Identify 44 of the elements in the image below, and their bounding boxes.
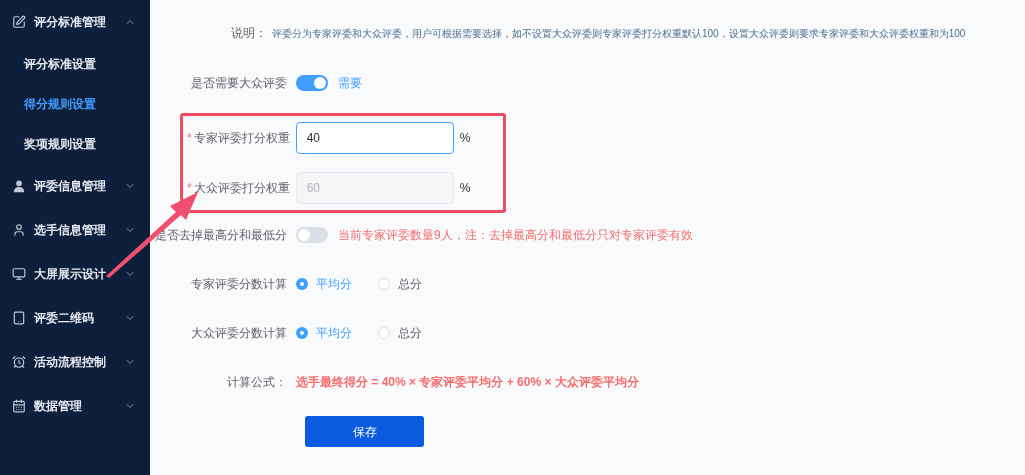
- monitor-icon: [12, 267, 26, 281]
- field-label: 大众评委分数计算: [190, 325, 288, 342]
- menu-item[interactable]: 活动流程控制: [0, 340, 150, 384]
- toggle-switch[interactable]: [296, 227, 328, 243]
- radio-label: 总分: [398, 325, 422, 342]
- field-label: 大众评委打分权重: [192, 180, 291, 197]
- field-label: 专家评委打分权重: [192, 130, 291, 147]
- menu-item[interactable]: 数据管理: [0, 384, 150, 428]
- unit-label: %: [459, 180, 471, 197]
- input-field[interactable]: 40: [295, 122, 454, 154]
- menu-item[interactable]: 评委二维码: [0, 296, 150, 340]
- toggle-label: 需要: [338, 75, 362, 92]
- radio-button[interactable]: [296, 327, 308, 339]
- person-icon: [12, 223, 26, 237]
- field-label: 说明：: [230, 25, 268, 42]
- field-label: 专家评委分数计算: [190, 276, 288, 293]
- radio-label: 平均分: [316, 276, 352, 293]
- radio-label: 平均分: [316, 325, 352, 342]
- person-icon: [12, 179, 26, 193]
- menu-item[interactable]: 评分标准管理: [0, 0, 150, 44]
- calendar-icon: [12, 399, 26, 413]
- required-mark: *: [187, 130, 192, 147]
- description-text: 评委分为专家评委和大众评委，用户可根据需要选择，如不设置大众评委则专家评委打分权重默认100，设置大众评委则要求专家评委和大众评委权重和为100: [272, 26, 966, 41]
- radio-button[interactable]: [296, 278, 308, 290]
- menu-item[interactable]: 大屏展示设计: [0, 252, 150, 296]
- save-button[interactable]: 保存: [305, 416, 424, 447]
- required-mark: *: [187, 180, 192, 197]
- alarm-clock-icon: [12, 355, 26, 369]
- edit-icon: [12, 15, 26, 29]
- submenu-item[interactable]: 评分标准设置: [0, 44, 150, 84]
- radio-button[interactable]: [378, 327, 390, 339]
- menu-item[interactable]: 评委信息管理: [0, 164, 150, 208]
- field-label: 是否需要大众评委: [190, 75, 288, 92]
- unit-label: %: [459, 130, 471, 147]
- submenu-item[interactable]: 得分规则设置: [0, 84, 150, 124]
- radio-label: 总分: [398, 276, 422, 293]
- tablet-icon: [12, 311, 26, 325]
- menu-item[interactable]: 选手信息管理: [0, 208, 150, 252]
- toggle-switch[interactable]: [296, 75, 328, 91]
- radio-button[interactable]: [378, 278, 390, 290]
- warning-text: 当前专家评委数量9人，注：去掉最高分和最低分只对专家评委有效: [338, 227, 693, 244]
- submenu-item[interactable]: 奖项规则设置: [0, 124, 150, 164]
- field-label: 计算公式：: [226, 374, 288, 391]
- formula-text: 选手最终得分 = 40% × 专家评委平均分 + 60% × 大众评委平均分: [296, 374, 639, 391]
